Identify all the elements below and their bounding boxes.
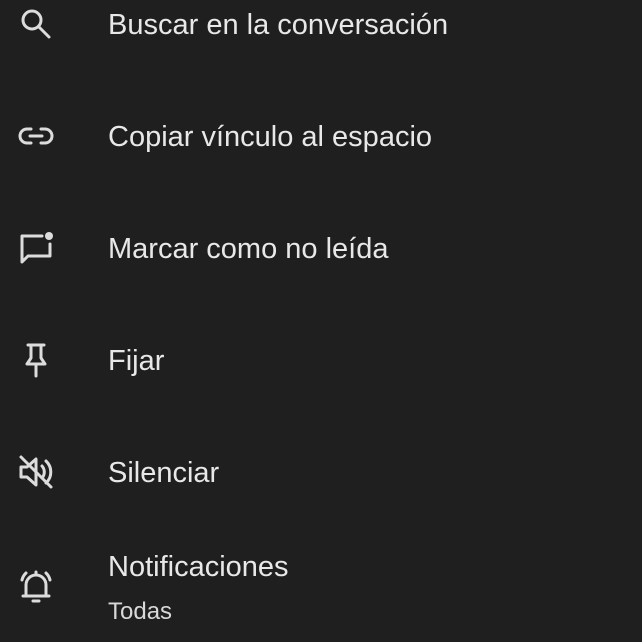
menu-item-search-conversation[interactable]: Buscar en la conversación bbox=[0, 0, 642, 112]
menu-item-label: Marcar como no leída bbox=[108, 233, 389, 265]
link-icon bbox=[16, 116, 56, 156]
menu-item-label: Buscar en la conversación bbox=[108, 9, 449, 41]
mark-unread-icon bbox=[16, 228, 56, 268]
menu-item-notifications[interactable]: Notificaciones Todas bbox=[0, 544, 642, 642]
search-icon bbox=[16, 4, 56, 44]
menu-item-label: Silenciar bbox=[108, 457, 220, 489]
overflow-menu: Buscar en la conversación Copiar vínculo… bbox=[0, 0, 642, 642]
menu-item-pin[interactable]: Fijar bbox=[0, 336, 642, 448]
menu-item-sublabel: Todas bbox=[108, 598, 173, 625]
menu-item-label: Fijar bbox=[108, 345, 165, 377]
mute-icon bbox=[16, 452, 56, 492]
menu-item-label: Copiar vínculo al espacio bbox=[108, 121, 433, 153]
pin-icon bbox=[16, 340, 56, 380]
notifications-bell-icon bbox=[16, 566, 56, 606]
menu-item-mark-unread[interactable]: Marcar como no leída bbox=[0, 224, 642, 336]
menu-item-copy-space-link[interactable]: Copiar vínculo al espacio bbox=[0, 112, 642, 224]
menu-item-label: Notificaciones bbox=[108, 551, 289, 583]
